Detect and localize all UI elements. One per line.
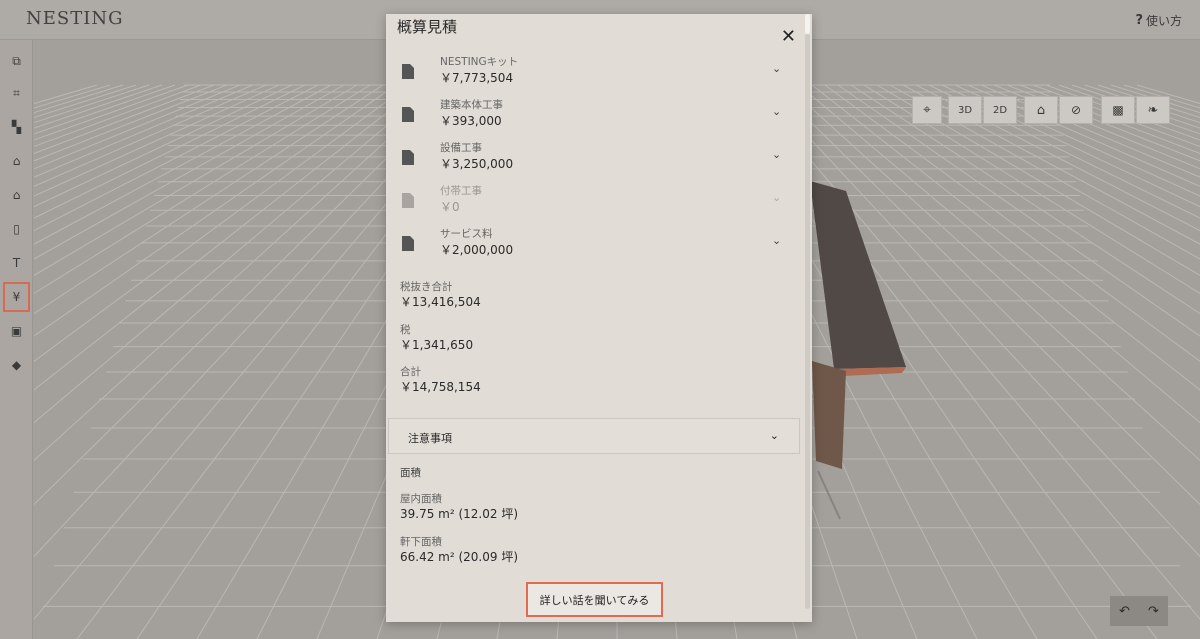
- estimate-item-price: ￥7,773,504: [440, 71, 514, 85]
- tax-value: ￥1,341,650: [400, 338, 474, 352]
- document-icon: [402, 107, 414, 122]
- estimate-item[interactable]: NESTINGキット ￥7,773,504 ⌄: [386, 54, 796, 94]
- estimate-item[interactable]: 設備工事 ￥3,250,000 ⌄: [386, 140, 796, 180]
- document-icon: [402, 64, 414, 79]
- close-button[interactable]: ✕: [781, 28, 796, 46]
- contact-button[interactable]: 詳しい話を聞いてみる: [526, 582, 663, 617]
- chevron-down-icon[interactable]: ⌄: [772, 62, 781, 75]
- eaves-area-label: 軒下面積: [400, 536, 442, 548]
- indoor-area-label: 屋内面積: [400, 493, 442, 505]
- estimate-modal: 概算見積 ✕ NESTINGキット ￥7,773,504 ⌄ 建築本体工事 ￥3…: [386, 14, 812, 622]
- estimate-item-name: 付帯工事: [440, 185, 482, 197]
- subtotal-value: ￥13,416,504: [400, 295, 481, 309]
- indoor-area-value: 39.75 m² (12.02 坪): [400, 507, 519, 521]
- document-icon: [402, 193, 414, 208]
- estimate-item-name: NESTINGキット: [440, 56, 519, 68]
- subtotal-label: 税抜き合計: [400, 281, 453, 293]
- estimate-item: 付帯工事 ￥0 ⌄: [386, 183, 796, 223]
- chevron-down-icon[interactable]: ⌄: [772, 105, 781, 118]
- area-heading: 面積: [400, 467, 421, 479]
- chevron-down-icon[interactable]: ⌄: [772, 148, 781, 161]
- estimate-item-name: 設備工事: [440, 142, 482, 154]
- estimate-item-name: 建築本体工事: [440, 99, 503, 111]
- estimate-item-price: ￥0: [440, 200, 460, 214]
- tax-label: 税: [400, 324, 411, 336]
- total-label: 合計: [400, 366, 421, 378]
- chevron-down-icon: ⌄: [772, 191, 782, 204]
- modal-scrollbar[interactable]: [805, 34, 810, 609]
- estimate-item[interactable]: サービス料 ￥2,000,000 ⌄: [386, 226, 796, 266]
- estimate-item-price: ￥2,000,000: [440, 243, 514, 257]
- notice-label: 注意事項: [408, 432, 452, 445]
- document-icon: [402, 236, 414, 251]
- total-value: ￥14,758,154: [400, 380, 481, 394]
- scrollbar-thumb[interactable]: [805, 14, 810, 34]
- eaves-area-value: 66.42 m² (20.09 坪): [400, 550, 519, 564]
- modal-title: 概算見積: [397, 18, 458, 36]
- document-icon: [402, 150, 414, 165]
- estimate-item-name: サービス料: [440, 228, 493, 240]
- chevron-down-icon[interactable]: ⌄: [772, 234, 781, 247]
- estimate-item[interactable]: 建築本体工事 ￥393,000 ⌄: [386, 97, 796, 137]
- notice-accordion[interactable]: 注意事項 ⌄: [388, 418, 800, 454]
- chevron-down-icon: ⌄: [769, 429, 779, 442]
- estimate-item-price: ￥393,000: [440, 114, 502, 128]
- estimate-item-price: ￥3,250,000: [440, 157, 514, 171]
